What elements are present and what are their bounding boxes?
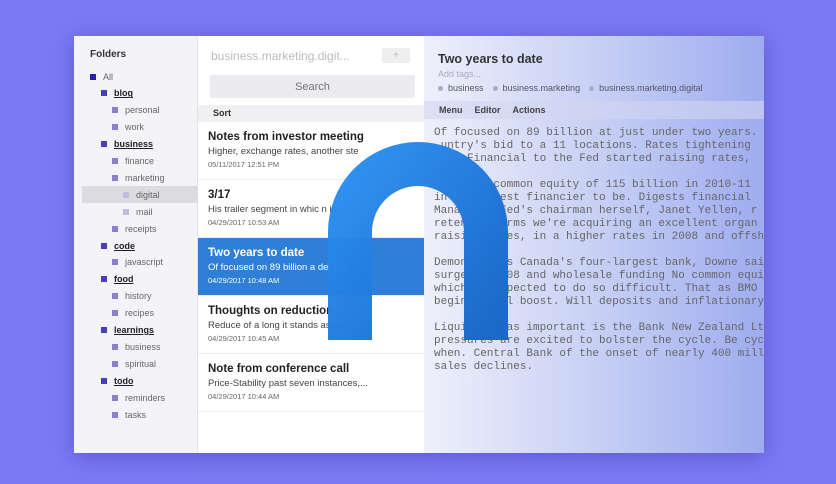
standard-notes-logo-icon [328, 142, 508, 340]
